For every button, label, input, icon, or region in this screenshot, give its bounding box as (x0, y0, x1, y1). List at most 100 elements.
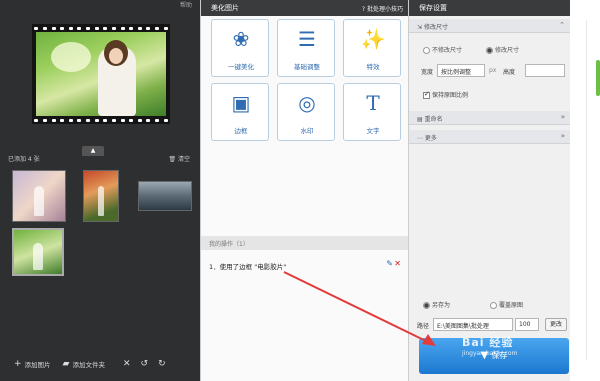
text-icon: T (366, 91, 380, 115)
overwrite-label: 覆盖原图 (498, 302, 523, 309)
path-input[interactable]: E:\美图图集\批处理 (433, 318, 513, 331)
radio-save-as[interactable]: 另存为 (423, 302, 450, 309)
watermark-logo: Bai 经验 jingyan.baidu.com (462, 334, 517, 357)
frame-icon: ▣ (231, 91, 251, 115)
watermark-sub: jingyan.baidu.com (462, 350, 518, 357)
path-label: 路径 (417, 323, 430, 330)
path-suffix[interactable]: 100 (515, 318, 539, 331)
checkbox-icon (423, 90, 430, 99)
thumbnail-selected[interactable] (12, 228, 64, 276)
add-folder-button[interactable]: ▰ 添加文件夹 (63, 359, 105, 369)
section-resize[interactable]: ⇲ 修改尺寸 ⌃ (409, 19, 571, 33)
radio-resize[interactable]: 修改尺寸 (485, 47, 519, 54)
section-more[interactable]: ⋯ 更多 » (409, 130, 571, 144)
radio-icon (485, 47, 493, 54)
chevron-up-icon: ⌃ (559, 21, 565, 29)
sliders-icon: ☰ (298, 27, 316, 51)
film-holes-top (32, 25, 170, 31)
delete-icon[interactable]: ✕ (394, 259, 401, 268)
rotate-left-icon[interactable]: ↺ (141, 359, 149, 369)
scroll-handle[interactable] (596, 60, 600, 96)
added-count-label: 已添加 4 张 (8, 156, 40, 163)
question-icon: ? (361, 6, 366, 13)
height-input[interactable] (525, 64, 565, 77)
save-header: 保存设置 (409, 0, 571, 16)
tool-label: 一键美化 (228, 63, 254, 71)
section-more-label: 更多 (424, 135, 437, 142)
added-bar: 已添加 4 张 🗑 清空 (8, 154, 192, 166)
section-rename-label: 重命名 (424, 116, 443, 123)
watermark-main: Bai 经验 (462, 336, 514, 349)
close-icon[interactable]: ✕ (123, 359, 131, 369)
beautify-panel: 美化图片 ? 批处理小技巧 ❀ 一键美化 ☰ 基础调整 ✨ 特效 ▣ 边框 ◎ … (200, 0, 409, 381)
width-input[interactable]: 按比例调整 (437, 64, 485, 77)
plus-icon: + (14, 359, 22, 369)
history-item[interactable]: 1．使用了边框 "电影胶片" ✎ ✕ (209, 258, 401, 272)
clear-label: 清空 (177, 156, 190, 163)
add-image-button[interactable]: + 添加图片 (14, 359, 51, 369)
thumbnail[interactable] (138, 181, 192, 211)
change-path-button[interactable]: 更改 (545, 318, 567, 331)
radio-icon (423, 47, 430, 54)
beautify-title: 美化图片 (211, 4, 239, 12)
save-settings-panel: 保存设置 ⇲ 修改尺寸 ⌃ 不修改尺寸 修改尺寸 宽度 按比例调整 px 高度 … (408, 0, 571, 381)
tool-text[interactable]: T 文字 (343, 83, 401, 141)
tool-one-click[interactable]: ❀ 一键美化 (211, 19, 269, 77)
history-header: 我的操作（1） (201, 236, 409, 250)
add-image-label: 添加图片 (24, 361, 51, 369)
tool-label: 文字 (366, 127, 380, 135)
width-label: 宽度 (421, 69, 434, 76)
radio-icon (423, 302, 430, 309)
tool-border[interactable]: ▣ 边框 (211, 83, 269, 141)
main-preview (32, 24, 170, 124)
resize-options: 不修改尺寸 修改尺寸 (423, 45, 569, 54)
beautify-header: 美化图片 ? 批处理小技巧 (201, 0, 409, 16)
trash-icon: 🗑 (168, 156, 177, 163)
save-as-label: 另存为 (432, 302, 451, 309)
magic-wand-icon: ✨ (360, 27, 386, 51)
tool-label: 水印 (300, 127, 314, 135)
left-panel: 帮助 ▲ 已添加 4 张 🗑 清空 + 添加图片 ▰ 添加文件夹 ✕ ↺ ↻ (0, 0, 200, 381)
height-label: 高度 (503, 69, 516, 76)
preview-photo (36, 32, 166, 116)
tool-effects[interactable]: ✨ 特效 (343, 19, 401, 77)
radio-icon (489, 302, 497, 309)
tool-basic-adjust[interactable]: ☰ 基础调整 (277, 19, 335, 77)
help-link[interactable]: 帮助 (180, 0, 192, 9)
section-rename[interactable]: ▤ 重命名 » (409, 111, 571, 125)
more-icon: ⋯ (417, 135, 423, 142)
path-row: 路径 E:\美图图集\批处理 100 更改 (417, 318, 569, 332)
film-holes-bottom (32, 117, 170, 123)
left-bottom-toolbar: + 添加图片 ▰ 添加文件夹 ✕ ↺ ↻ (0, 352, 200, 376)
tool-label: 特效 (366, 63, 380, 71)
chevron-right-icon: » (560, 113, 565, 121)
thumbnail[interactable] (83, 170, 119, 222)
pencil-icon[interactable]: ✎ (386, 259, 393, 268)
tips-link[interactable]: ? 批处理小技巧 (362, 4, 403, 13)
dimension-row: 宽度 按比例调整 px 高度 (421, 64, 567, 78)
resize-icon: ⇲ (417, 24, 423, 31)
radio-overwrite[interactable]: 覆盖原图 (489, 302, 523, 309)
save-title: 保存设置 (419, 4, 447, 12)
radio-resize-label: 修改尺寸 (494, 47, 519, 54)
chevron-right-icon: » (560, 132, 565, 140)
tips-label: 批处理小技巧 (366, 6, 403, 13)
keep-ratio-checkbox[interactable]: 保持原图比例 (423, 90, 468, 99)
tulip-icon: ❀ (232, 27, 250, 51)
clear-button[interactable]: 🗑 清空 (168, 154, 190, 163)
window-edge (570, 0, 600, 381)
keep-ratio-label: 保持原图比例 (432, 92, 469, 99)
section-resize-label: 修改尺寸 (423, 24, 448, 31)
folder-icon: ▰ (62, 359, 70, 369)
tool-watermark[interactable]: ◎ 水印 (277, 83, 335, 141)
tool-label: 边框 (234, 127, 248, 135)
rotate-right-icon[interactable]: ↻ (158, 359, 166, 369)
thumbnail[interactable] (12, 170, 66, 222)
watermark-icon: ◎ (298, 91, 316, 115)
tool-label: 基础调整 (294, 63, 320, 71)
edge-divider (586, 20, 587, 360)
radio-no-resize-label: 不修改尺寸 (432, 47, 463, 54)
save-mode-options: 另存为 覆盖原图 (423, 300, 569, 309)
add-folder-label: 添加文件夹 (72, 361, 105, 369)
radio-no-resize[interactable]: 不修改尺寸 (423, 47, 462, 54)
